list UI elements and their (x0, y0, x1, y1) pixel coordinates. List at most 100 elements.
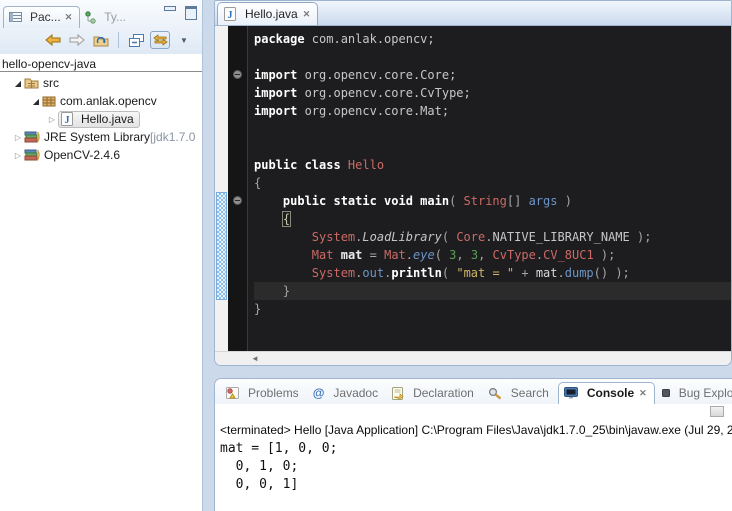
code-line[interactable]: { (254, 210, 731, 228)
code-token: public static void main (283, 194, 449, 208)
console-output-line: 0, 1, 0; (220, 458, 732, 476)
code-token: ) (557, 194, 571, 208)
tree-item-label: Hello.java (81, 112, 134, 126)
collapsed-twisty-icon[interactable]: ▷ (46, 115, 58, 124)
tab-type-hierarchy[interactable]: Ty... (80, 7, 133, 28)
selected-item-highlight[interactable]: J Hello.java (58, 111, 140, 128)
code-token: NATIVE_LIBRARY_NAME (492, 230, 629, 244)
tab-search[interactable]: Search (483, 383, 556, 404)
editor-tab-hello-java[interactable]: J Hello.java ✕ (217, 2, 318, 25)
scroll-left-arrow-icon[interactable]: ◄ (251, 354, 259, 363)
maximize-view-button[interactable] (185, 6, 196, 16)
code-line[interactable]: System.out.println( "mat = " + mat.dump(… (254, 264, 731, 282)
tree-item-project[interactable]: hello-opencv-java (0, 56, 202, 72)
collapse-all-button[interactable] (126, 31, 146, 49)
view-menu-button[interactable]: ▼ (174, 31, 194, 49)
code-line[interactable]: import org.opencv.core.CvType; (254, 84, 731, 102)
code-token: String (464, 194, 507, 208)
annotation-ruler[interactable] (215, 26, 228, 351)
console-output[interactable]: mat = [1, 0, 0; 0, 1, 0; 0, 0, 1] (215, 438, 732, 494)
code-line[interactable] (254, 138, 731, 156)
code-line[interactable]: public static void main( String[] args ) (254, 192, 731, 210)
code-token: mat (341, 248, 363, 262)
code-line[interactable] (254, 120, 731, 138)
code-token: Mat (312, 248, 334, 262)
folding-ruler[interactable] (228, 26, 248, 351)
tab-console[interactable]: Console ✕ (558, 382, 655, 404)
code-editor[interactable]: package com.anlak.opencv; import org.open… (248, 26, 731, 351)
code-token: ( (449, 194, 463, 208)
expanded-twisty-icon[interactable]: ◢ (12, 79, 24, 88)
jre-version-decorator: [jdk1.7.0 (150, 130, 195, 144)
back-button[interactable] (43, 31, 63, 49)
close-icon[interactable]: ✕ (639, 388, 647, 399)
tree-item-opencv-library[interactable]: ▷ OpenCV-2.4.6 (0, 146, 202, 164)
code-line[interactable]: package com.anlak.opencv; (254, 30, 731, 48)
code-token: 3 (471, 248, 478, 262)
forward-button[interactable] (67, 31, 87, 49)
tree-item-src[interactable]: ◢ src (0, 74, 202, 92)
editor-horizontal-scrollbar[interactable]: ◄ (215, 351, 731, 365)
expanded-twisty-icon[interactable]: ◢ (30, 97, 42, 106)
code-line[interactable]: import org.opencv.core.Mat; (254, 102, 731, 120)
code-line[interactable]: System.LoadLibrary( Core.NATIVE_LIBRARY_… (254, 228, 731, 246)
code-token: mat (536, 266, 558, 280)
bug-icon (662, 389, 670, 397)
tab-declaration[interactable]: Declaration (387, 383, 481, 404)
code-token: println (391, 266, 442, 280)
editor-area: J Hello.java ✕ package com.anlak.opencv;… (214, 0, 732, 366)
code-token: "mat = " (456, 266, 514, 280)
tab-label: Console (587, 386, 634, 400)
code-line[interactable]: import org.opencv.core.Core; (254, 66, 731, 84)
tree-item-jre-library[interactable]: ▷ JRE System Library [jdk1.7.0 (0, 128, 202, 146)
code-token: System (312, 266, 355, 280)
code-token: } (254, 302, 261, 316)
code-line[interactable]: public class Hello (254, 156, 731, 174)
up-button[interactable] (91, 31, 111, 49)
minimize-view-button[interactable] (164, 6, 175, 16)
code-token: LoadLibrary (362, 230, 441, 244)
code-token: com.anlak.opencv; (305, 32, 435, 46)
tree-item-package[interactable]: ◢ com.anlak.opencv (0, 92, 202, 110)
code-line[interactable] (254, 48, 731, 66)
close-icon[interactable]: ✕ (65, 12, 73, 23)
code-token: () ); (594, 266, 630, 280)
code-line[interactable]: Mat mat = Mat.eye( 3, 3, CvType.CV_8UC1 … (254, 246, 731, 264)
code-token (254, 230, 312, 244)
tab-bug-explorer[interactable]: Bug Explorer (657, 383, 732, 404)
code-token: { (254, 176, 261, 190)
collapsed-twisty-icon[interactable]: ▷ (12, 133, 24, 142)
tab-label: Search (511, 386, 549, 400)
tab-problems[interactable]: Problems (221, 383, 306, 404)
code-token: [] (507, 194, 529, 208)
code-token (254, 284, 283, 298)
code-line[interactable]: } (254, 282, 731, 300)
code-token: Mat (384, 248, 406, 262)
tab-label: Pac... (30, 10, 61, 24)
code-line[interactable]: { (254, 174, 731, 192)
code-token: ( (435, 248, 449, 262)
view-header: Pac... ✕ Ty... (0, 0, 202, 54)
code-token: dump (565, 266, 594, 280)
console-view: Problems @ Javadoc Declaration Search (214, 378, 732, 511)
fold-collapse-icon[interactable] (233, 70, 242, 79)
collapse-all-icon (129, 34, 144, 47)
tab-label: Problems (248, 386, 299, 400)
code-line[interactable]: } (254, 300, 731, 318)
tree-item-label: OpenCV-2.4.6 (44, 148, 120, 162)
code-token: ); (630, 230, 652, 244)
tree-item-hello-java[interactable]: ▷ J Hello.java (0, 110, 202, 128)
tab-javadoc[interactable]: @ Javadoc (308, 383, 385, 404)
tab-label: Javadoc (333, 386, 378, 400)
collapsed-twisty-icon[interactable]: ▷ (12, 151, 24, 160)
tab-package-explorer[interactable]: Pac... ✕ (3, 6, 80, 28)
code-token: } (283, 284, 290, 298)
fold-collapse-icon[interactable] (233, 196, 242, 205)
svg-text:J: J (65, 115, 70, 126)
package-explorer-icon (9, 11, 22, 23)
link-with-editor-button[interactable] (150, 31, 170, 49)
code-token: ); (594, 248, 616, 262)
console-toolbar-button[interactable] (710, 406, 724, 417)
close-icon[interactable]: ✕ (303, 9, 311, 20)
view-window-buttons (164, 6, 196, 16)
